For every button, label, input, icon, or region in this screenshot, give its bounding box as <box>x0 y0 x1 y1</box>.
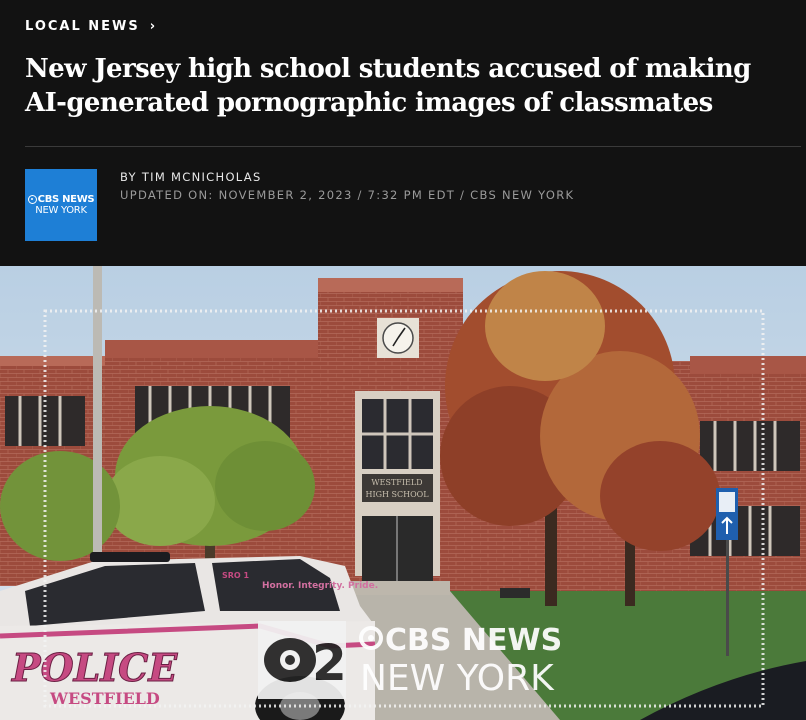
logo-line-1: CBS NEWS <box>27 194 95 205</box>
channel-watermark: 2 CBS NEWS NEW YORK <box>258 621 562 699</box>
svg-text:HIGH SCHOOL: HIGH SCHOOL <box>365 490 429 499</box>
svg-text:SRO 1: SRO 1 <box>222 571 250 580</box>
cbs-news-new-york-logo[interactable]: CBS NEWS NEW YORK <box>25 169 97 241</box>
chevron-right-icon[interactable]: › <box>150 19 155 34</box>
svg-text:Honor. Integrity. Pride.: Honor. Integrity. Pride. <box>262 581 378 591</box>
article-meta: UPDATED ON: NOVEMBER 2, 2023 / 7:32 PM E… <box>120 188 575 202</box>
svg-text:CBS NEWS: CBS NEWS <box>385 623 562 658</box>
clock-icon <box>377 318 419 358</box>
author-byline[interactable]: BY TIM MCNICHOLAS <box>120 170 262 184</box>
svg-text:POLICE: POLICE <box>11 645 178 690</box>
cbs-eye-icon <box>27 195 37 204</box>
article-header: LOCAL NEWS › New Jersey high school stud… <box>0 0 806 266</box>
logo-line-2: NEW YORK <box>35 205 87 216</box>
hero-image: WESTFIELD HIGH SCHOOL POLICE WESTFIELD H… <box>0 266 806 720</box>
svg-text:WESTFIELD: WESTFIELD <box>371 478 422 487</box>
header-divider <box>25 146 801 147</box>
svg-text:2: 2 <box>312 634 347 692</box>
bench <box>500 588 530 598</box>
section-label[interactable]: LOCAL NEWS <box>25 19 140 34</box>
article-headline: New Jersey high school students accused … <box>25 54 751 118</box>
logo-line-1-text: CBS NEWS <box>37 194 95 205</box>
cbs-eye-icon <box>264 638 316 682</box>
section-link-local-news[interactable]: LOCAL NEWS › <box>25 19 155 34</box>
svg-text:NEW YORK: NEW YORK <box>360 658 555 699</box>
